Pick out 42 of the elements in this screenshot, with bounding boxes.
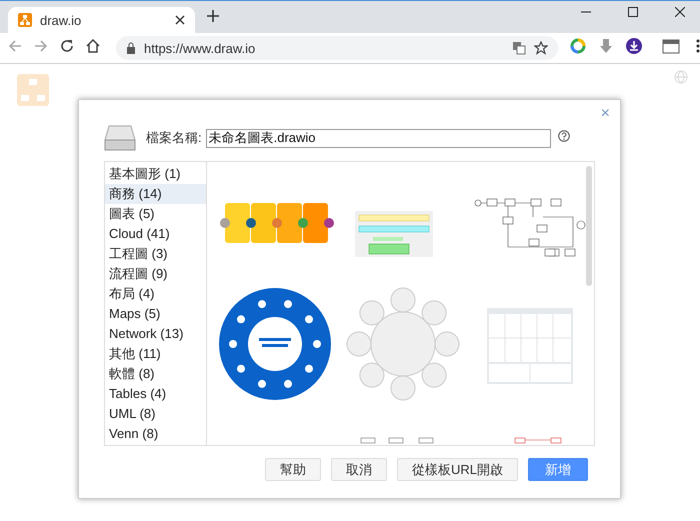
- address-bar[interactable]: https://www.draw.io: [116, 36, 558, 60]
- category-item[interactable]: 工程圖 (3): [105, 244, 206, 264]
- category-item[interactable]: 圖表 (5): [105, 204, 206, 224]
- close-icon[interactable]: [175, 15, 185, 25]
- home-icon[interactable]: [86, 38, 100, 52]
- back-arrow-icon[interactable]: [8, 38, 22, 52]
- download-icon[interactable]: [626, 38, 642, 54]
- category-item[interactable]: Maps (5): [105, 304, 206, 324]
- category-item[interactable]: Cloud (41): [105, 224, 206, 244]
- category-item[interactable]: 布局 (4): [105, 284, 206, 304]
- filename-label: 檔案名稱:: [146, 129, 202, 147]
- forward-arrow-icon[interactable]: [34, 38, 48, 52]
- hard-drive-icon: [104, 125, 136, 151]
- category-item[interactable]: Tables (4): [105, 384, 206, 404]
- category-item[interactable]: 其他 (11): [105, 344, 206, 364]
- category-item[interactable]: 商務 (14): [105, 184, 206, 204]
- dialog-button[interactable]: 從樣板URL開啟: [396, 458, 518, 481]
- category-item[interactable]: 基本圖形 (1): [105, 164, 206, 184]
- menu-icon[interactable]: [696, 38, 700, 52]
- category-item[interactable]: 軟體 (8): [105, 364, 206, 384]
- tab-title: draw.io: [40, 12, 82, 28]
- browser-tab[interactable]: draw.io: [8, 7, 195, 33]
- drawio-logo-icon: [18, 13, 32, 27]
- category-item[interactable]: Network (13): [105, 324, 206, 344]
- category-item[interactable]: UML (8): [105, 404, 206, 424]
- star-icon[interactable]: [534, 41, 548, 55]
- lock-icon: [126, 42, 136, 54]
- extension-ring-icon[interactable]: [570, 38, 586, 54]
- download-arrow-icon[interactable]: [598, 38, 614, 54]
- url-text: https://www.draw.io: [144, 40, 256, 56]
- close-icon[interactable]: [675, 7, 685, 17]
- maximize-icon[interactable]: [628, 7, 638, 17]
- help-icon[interactable]: [558, 130, 570, 142]
- new-tab-icon[interactable]: [207, 10, 219, 22]
- drawio-logo-icon: [17, 74, 49, 106]
- category-item[interactable]: Venn (8): [105, 424, 206, 444]
- filename-field[interactable]: 未命名圖表.drawio: [206, 128, 551, 148]
- dialog-button[interactable]: 取消: [330, 458, 387, 481]
- scrollbar[interactable]: [586, 166, 592, 286]
- dialog-button[interactable]: 幫助: [264, 458, 321, 481]
- reload-icon[interactable]: [60, 38, 74, 52]
- category-item[interactable]: 流程圖 (9): [105, 264, 206, 284]
